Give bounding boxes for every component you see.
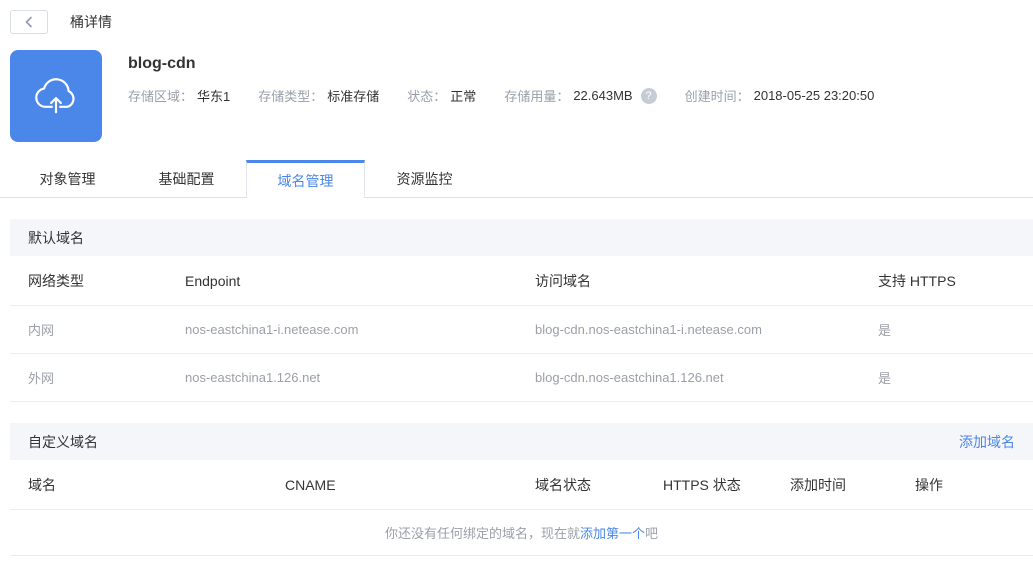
chevron-left-icon (24, 16, 34, 28)
col-cname: CNAME (285, 476, 336, 493)
tab-resource-monitor[interactable]: 资源监控 (365, 160, 484, 197)
bucket-header: blog-cdn 存储区域： 华东1 存储类型： 标准存储 状态： 正常 存储用… (0, 50, 1033, 142)
col-https-status: HTTPS 状态 (663, 476, 741, 493)
cell-access-domain: blog-cdn.nos-eastchina1-i.netease.com (535, 322, 762, 337)
col-access-domain: 访问域名 (535, 272, 591, 289)
info-value: 华东1 (197, 89, 231, 104)
info-region: 存储区域： 华东1 (128, 86, 230, 105)
cell-https-support: 是 (878, 371, 892, 386)
default-domain-section-header: 默认域名 (10, 219, 1033, 256)
tab-object-management[interactable]: 对象管理 (8, 160, 127, 197)
page-title: 桶详情 (70, 14, 112, 30)
tab-basic-config[interactable]: 基础配置 (127, 160, 246, 197)
cell-endpoint: nos-eastchina1-i.netease.com (185, 322, 359, 337)
tab-domain-management[interactable]: 域名管理 (246, 160, 365, 198)
col-add-time: 添加时间 (790, 476, 846, 493)
col-https-support: 支持 HTTPS (878, 272, 956, 289)
cell-endpoint: nos-eastchina1.126.net (185, 370, 321, 385)
bucket-upload-cloud-icon (10, 50, 102, 142)
bucket-meta: blog-cdn 存储区域： 华东1 存储类型： 标准存储 状态： 正常 存储用… (128, 50, 902, 142)
empty-state-text: 吧 (645, 526, 659, 541)
default-domain-table: 网络类型 Endpoint 访问域名 支持 HTTPS 内网 nos-eastc… (10, 256, 1033, 402)
empty-state: 你还没有任何绑定的域名，现在就 添加第一个吧 (10, 510, 1033, 556)
topbar: 桶详情 (0, 0, 1033, 34)
info-value: 正常 (450, 89, 477, 104)
section-title: 默认域名 (28, 229, 84, 246)
custom-domain-table: 域名 CNAME 域名状态 HTTPS 状态 添加时间 操作 (10, 460, 1033, 510)
cell-access-domain: blog-cdn.nos-eastchina1.126.net (535, 370, 724, 385)
bucket-detail-page: 桶详情 blog-cdn 存储区域： 华东1 存储类型： 标准存储 状态： 正常… (0, 0, 1033, 562)
col-actions: 操作 (915, 476, 943, 493)
back-button[interactable] (10, 10, 48, 34)
info-label: 状态： (407, 89, 447, 104)
col-domain-status: 域名状态 (535, 476, 591, 493)
info-created: 创建时间： 2018-05-25 23:20:50 (685, 86, 875, 105)
table-header-row: 域名 CNAME 域名状态 HTTPS 状态 添加时间 操作 (10, 460, 1033, 510)
info-value: 22.643MB (573, 88, 633, 103)
empty-state-text: 你还没有任何绑定的域名，现在就 (384, 526, 580, 541)
table-row: 内网 nos-eastchina1-i.netease.com blog-cdn… (10, 306, 1033, 354)
tab-bar: 对象管理 基础配置 域名管理 资源监控 (0, 160, 1033, 198)
info-label: 存储用量： (504, 89, 570, 104)
cell-https-support: 是 (878, 323, 892, 338)
info-label: 存储类型： (258, 89, 324, 104)
info-label: 存储区域： (128, 89, 194, 104)
col-network-type: 网络类型 (28, 272, 84, 289)
bucket-info-row: 存储区域： 华东1 存储类型： 标准存储 状态： 正常 存储用量： 22.643… (128, 86, 902, 105)
info-storage-type: 存储类型： 标准存储 (258, 86, 379, 105)
bucket-name: blog-cdn (128, 55, 196, 72)
info-label: 创建时间： (684, 89, 750, 104)
cell-network-type: 外网 (28, 371, 55, 386)
info-usage: 存储用量： 22.643MB ? (504, 86, 657, 105)
table-header-row: 网络类型 Endpoint 访问域名 支持 HTTPS (10, 256, 1033, 306)
cell-network-type: 内网 (28, 323, 55, 338)
add-first-domain-link[interactable]: 添加第一个 (580, 523, 645, 542)
custom-domain-section-header: 自定义域名 添加域名 (10, 423, 1033, 460)
info-status: 状态： 正常 (407, 86, 476, 105)
col-endpoint: Endpoint (185, 272, 241, 289)
info-value: 2018-05-25 23:20:50 (753, 88, 875, 103)
add-domain-link[interactable]: 添加域名 (959, 432, 1015, 452)
col-domain: 域名 (28, 476, 56, 493)
help-icon[interactable]: ? (640, 87, 657, 104)
table-row: 外网 nos-eastchina1.126.net blog-cdn.nos-e… (10, 354, 1033, 402)
info-value: 标准存储 (327, 89, 380, 104)
section-title: 自定义域名 (28, 433, 98, 450)
